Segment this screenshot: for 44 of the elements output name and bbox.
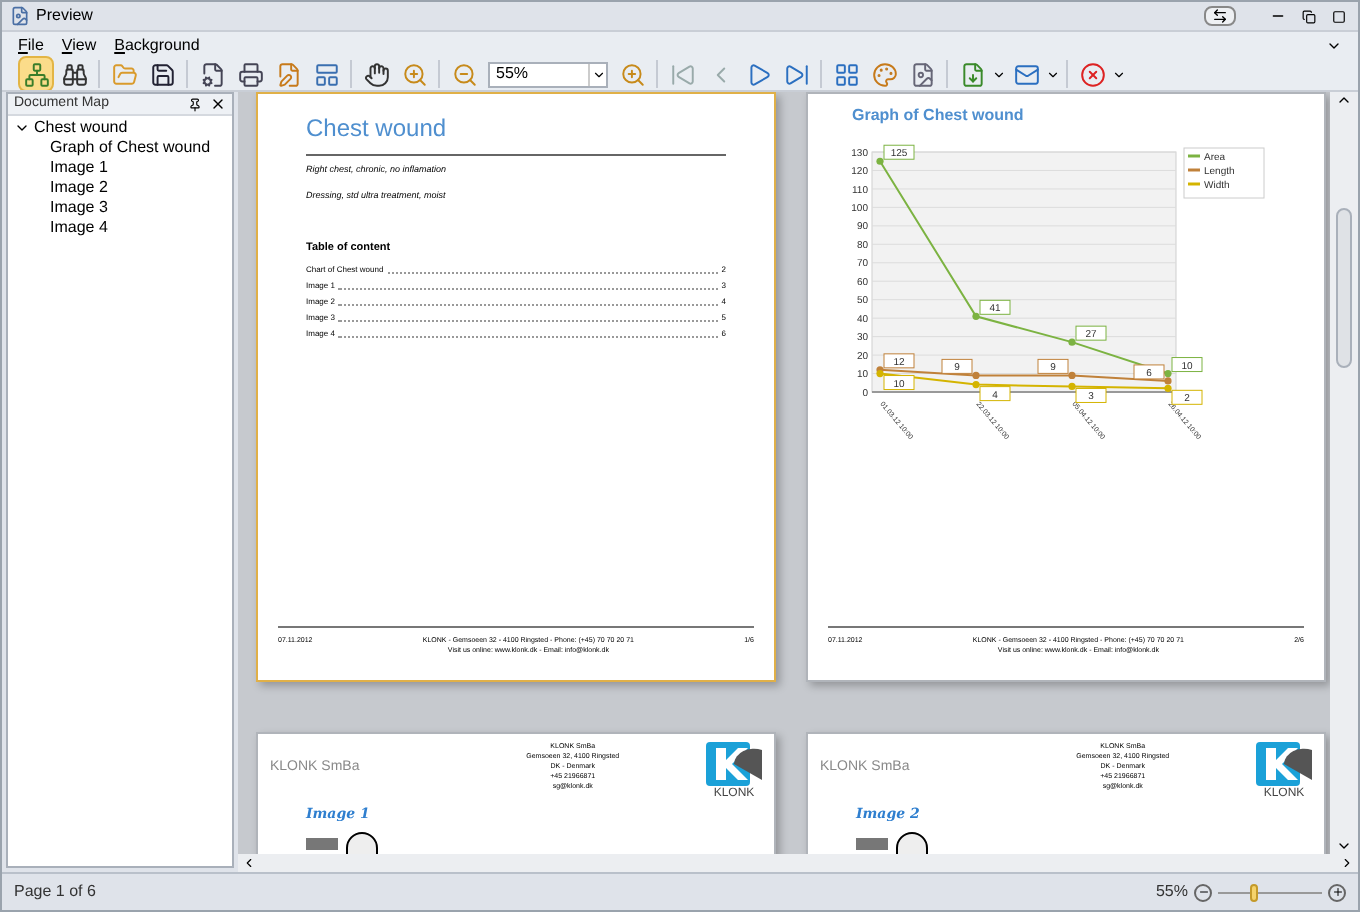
app-icon [10,6,30,26]
menu-item[interactable]: Background [114,33,200,57]
tree-item[interactable]: Image 1 [48,156,110,180]
resize-button[interactable] [1204,6,1236,26]
data-point [876,157,884,165]
pin-icon[interactable] [188,97,202,111]
menu-item[interactable]: File [18,33,44,57]
minus-icon [1197,886,1209,898]
tree-item[interactable]: Image 2 [48,176,110,200]
window-title: Preview [36,4,93,28]
vertical-scrollbar[interactable] [1330,92,1358,854]
caret-icon[interactable] [1046,67,1060,81]
tree-item[interactable]: Image 3 [48,196,110,220]
document-map-button[interactable] [18,56,54,92]
chart-legend [1183,147,1265,199]
caret-icon[interactable] [992,67,1006,81]
logo-icon [705,742,762,786]
page-title: Graph of Chest wound [852,104,1026,128]
data-point [1068,382,1076,391]
plus-icon [1331,886,1343,898]
data-point [972,312,980,320]
horizontal-scrollbar[interactable] [238,854,1358,872]
tree-item[interactable]: Graph of Chest wound [48,136,213,160]
tree-item[interactable]: Image 4 [48,216,110,240]
zoom-combo[interactable]: 55% [488,61,608,87]
data-point [1068,371,1076,379]
close-icon[interactable] [210,96,226,112]
caret-icon[interactable] [1112,67,1126,81]
logo-icon [1255,742,1312,786]
photo-placeholder [856,837,888,849]
photo-placeholder [306,837,338,849]
zoom-percentage: 55% [1155,880,1188,904]
menu-item[interactable]: View [61,33,97,57]
zoom-out-button[interactable] [1194,883,1212,901]
scrollbar-thumb[interactable] [1336,208,1352,368]
tree-item[interactable]: Chest wound [32,116,130,140]
data-point [1068,338,1076,346]
chevron-down-icon[interactable] [12,120,32,136]
arrows-icon [1212,8,1228,24]
zoom-slider[interactable] [1218,883,1322,901]
zoom-in-button[interactable] [1328,883,1346,901]
caret-icon [591,67,605,81]
page-indicator: Page 1 of 6 [14,880,96,904]
page-title: Chest wound [306,114,447,142]
